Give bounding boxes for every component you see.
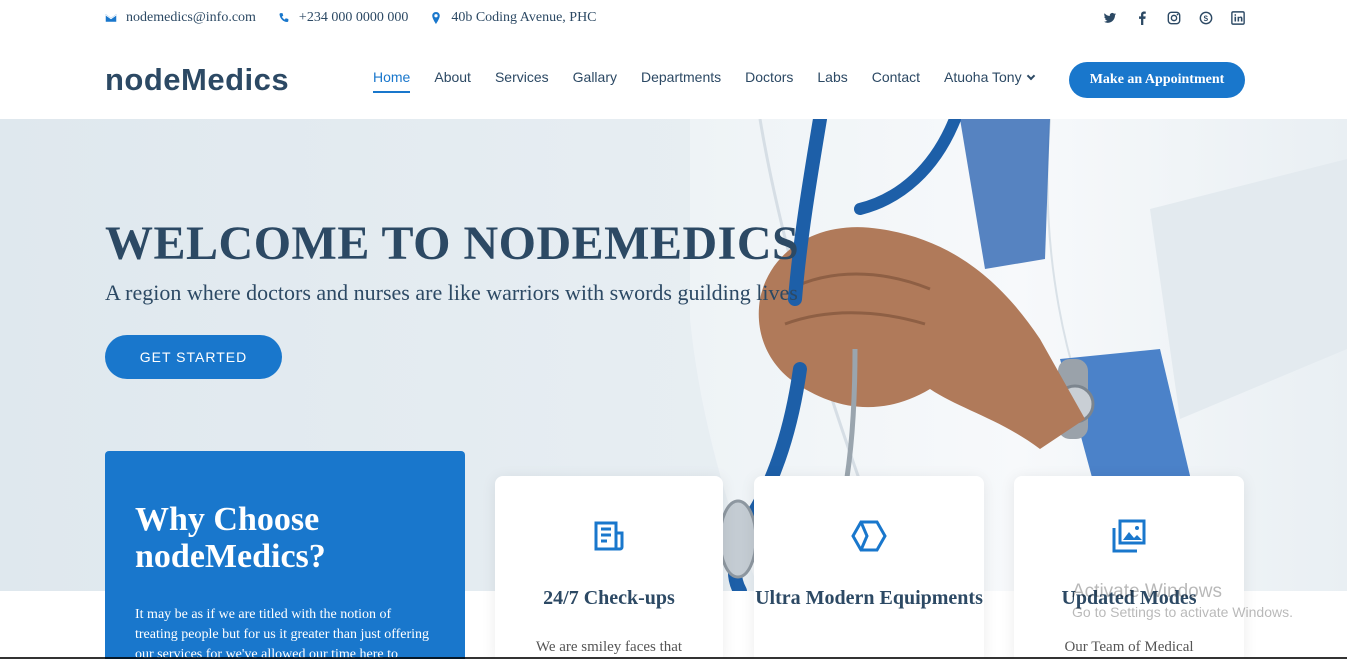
site-header: nodeMedics Home About Services Gallary D…: [0, 40, 1347, 119]
feature-card-modes: Updated Modes Our Team of Medical: [1014, 476, 1244, 659]
hero-subtitle: A region where doctors and nurses are li…: [105, 280, 798, 305]
nav-contact[interactable]: Contact: [872, 69, 920, 91]
nav-home[interactable]: Home: [373, 69, 411, 93]
nav-services[interactable]: Services: [495, 69, 549, 91]
images-icon: [1111, 518, 1147, 554]
main-nav: Home About Services Gallary Departments …: [373, 69, 1058, 93]
address-text: 40b Coding Avenue, PHC: [451, 10, 597, 25]
hero-title: WELCOME TO NODEMEDICS: [105, 217, 800, 270]
contact-info: nodemedics@info.com +234 000 0000 000 40…: [105, 10, 619, 26]
card-title: Ultra Modern Equipments: [755, 587, 983, 609]
feature-card-checkups: 24/7 Check-ups We are smiley faces that: [495, 476, 723, 659]
user-name: Atuoha Tony: [944, 69, 1022, 85]
windows-activation-watermark: Activate Windows Go to Settings to activ…: [1072, 581, 1293, 620]
site-logo[interactable]: nodeMedics: [105, 62, 289, 98]
why-title: Why Choose nodeMedics?: [135, 501, 326, 575]
card-title: 24/7 Check-ups: [543, 587, 675, 609]
instagram-icon[interactable]: [1167, 11, 1181, 25]
nav-departments[interactable]: Departments: [641, 69, 721, 91]
social-links: [1085, 11, 1245, 25]
top-info-bar: nodemedics@info.com +234 000 0000 000 40…: [0, 0, 1347, 40]
email-text: nodemedics@info.com: [126, 10, 256, 25]
make-appointment-button[interactable]: Make an Appointment: [1069, 62, 1245, 98]
phone-icon: [279, 13, 289, 22]
get-started-button[interactable]: GET STARTED: [105, 335, 282, 379]
nav-gallery[interactable]: Gallary: [573, 69, 617, 91]
address-info: 40b Coding Avenue, PHC: [430, 10, 597, 26]
phone-text: +234 000 0000 000: [298, 10, 409, 25]
watermark-line-1: Activate Windows: [1072, 581, 1222, 602]
card-text: Our Team of Medical: [1064, 639, 1194, 655]
nav-doctors[interactable]: Doctors: [745, 69, 793, 91]
watermark-line-2: Go to Settings to activate Windows.: [1072, 604, 1293, 620]
map-pin-icon: [432, 12, 441, 24]
nav-about[interactable]: About: [434, 69, 471, 91]
skype-icon[interactable]: [1199, 11, 1213, 25]
receipt-icon: [591, 518, 627, 554]
email-info[interactable]: nodemedics@info.com: [105, 10, 256, 26]
card-text: We are smiley faces that: [535, 639, 683, 655]
why-text: It may be as if we are titled with the n…: [135, 607, 430, 659]
nav-labs[interactable]: Labs: [817, 69, 847, 91]
user-menu[interactable]: Atuoha Tony: [944, 69, 1035, 91]
twitter-icon[interactable]: [1103, 11, 1117, 25]
linkedin-icon[interactable]: [1231, 11, 1245, 25]
feature-card-equipment: Ultra Modern Equipments: [754, 476, 984, 659]
phone-info[interactable]: +234 000 0000 000: [278, 10, 408, 26]
cube-icon: [851, 518, 887, 554]
chevron-down-icon: [1026, 71, 1035, 81]
why-choose-box: Why Choose nodeMedics? It may be as if w…: [105, 451, 465, 659]
facebook-icon[interactable]: [1135, 11, 1149, 25]
envelope-icon: [105, 14, 117, 22]
